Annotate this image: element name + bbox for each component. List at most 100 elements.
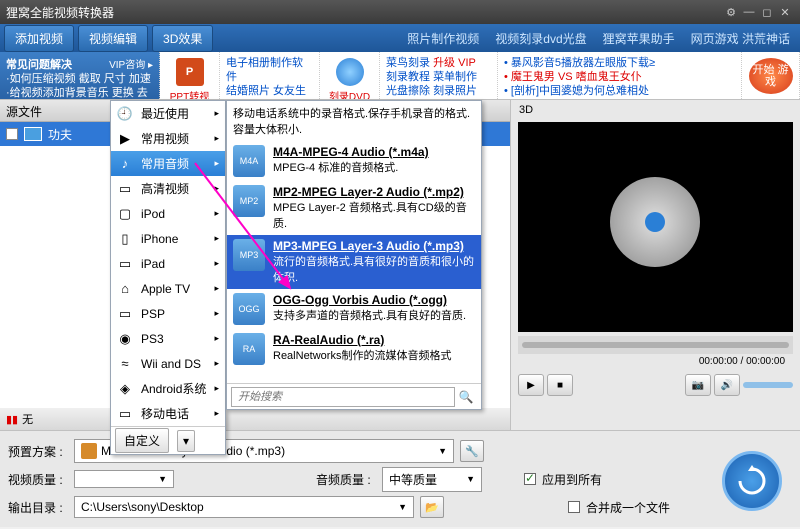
link4-c[interactable]: • [剖析]中国婆媳为何总难相处 [504,84,735,98]
volume-slider[interactable] [743,382,793,388]
none-label: 无 [22,411,33,427]
chevron-right-icon: ▸ [214,308,219,319]
preset-label: 预置方案 : [8,443,68,460]
format-icon: OGG [233,293,265,325]
volume-button[interactable]: 🔊 [714,374,740,396]
right-pane: 3D 00:00:00 / 00:00:00 ▶ ■ 📷 🔊 [510,100,800,430]
dvd-column[interactable]: 刻录DVD [320,52,380,99]
aq-combo[interactable]: 中等质量▼ [382,467,482,492]
merge-label: 合并成一个文件 [586,499,670,516]
link3-b[interactable]: 刻录教程 [386,71,430,83]
link4-a[interactable]: • 暴风影音5播放器左眼版下载≥ [504,56,735,70]
vip-link[interactable]: VIP咨询 ▸ [109,56,153,72]
custom-dropdown[interactable]: ▾ [177,430,195,452]
vq-label: 视频质量 : [8,471,68,488]
play-button[interactable]: ▶ [518,374,544,396]
format-icon: M4A [233,145,265,177]
category-icon: 🕘 [117,106,133,122]
format-item-0[interactable]: M4AM4A-MPEG-4 Audio (*.m4a)MPEG-4 标准的音频格… [227,141,481,181]
link4-b[interactable]: • 魔王鬼男 VS 嗜血鬼王女仆 [504,70,735,84]
snapshot-button[interactable]: 📷 [685,374,711,396]
film-reel-icon [610,177,700,267]
top-link-photo-video[interactable]: 照片制作视频 [407,30,479,47]
category-icon: ▢ [117,206,133,222]
format-item-1[interactable]: MP2MP2-MPEG Layer-2 Audio (*.mp2)MPEG La… [227,181,481,235]
category-item-5[interactable]: ▯iPhone▸ [111,226,225,251]
link2-b[interactable]: 结婚照片 女友生日 [226,84,313,100]
category-item-9[interactable]: ◉PS3▸ [111,326,225,351]
dvd-label: 刻录DVD [329,92,370,100]
format-item-4[interactable]: RARA-RealAudio (*.ra)RealNetworks制作的流媒体音… [227,329,481,369]
format-item-2[interactable]: MP3MP3-MPEG Layer-3 Audio (*.mp3)流行的音频格式… [227,235,481,289]
format-icon: RA [233,333,265,365]
category-item-1[interactable]: ▶常用视频▸ [111,126,225,151]
category-icon: ≈ [117,356,133,372]
category-item-12[interactable]: ▭移动电话▸ [111,401,225,426]
chevron-right-icon: ▸ [214,333,219,344]
settings-icon[interactable]: ⚙ [722,6,740,19]
progress-bar[interactable] [518,336,793,354]
custom-button[interactable]: 自定义 [115,428,169,453]
category-item-0[interactable]: 🕘最近使用▸ [111,101,225,126]
faq-link-1[interactable]: ·如何压缩视频 截取 尺寸 加速 [6,72,153,86]
add-video-button[interactable]: 添加视频 [4,25,74,52]
chevron-right-icon: ▸ [214,358,219,369]
category-icon: ▶ [117,131,133,147]
link3-c[interactable]: 光盘擦除 [386,85,430,97]
top-link-apple[interactable]: 狸窝苹果助手 [603,30,675,47]
faq-link-2[interactable]: ·给视频添加背景音乐 更换 去掉 [6,86,153,100]
vq-combo[interactable]: ▼ [74,470,174,488]
ppt-label: PPT转视频 [170,92,209,100]
category-icon: ▭ [117,256,133,272]
maximize-button[interactable]: ◻ [758,6,776,19]
category-item-6[interactable]: ▭iPad▸ [111,251,225,276]
preset-icon [81,443,97,459]
video-edit-button[interactable]: 视频编辑 [78,25,148,52]
top-link-game[interactable]: 网页游戏 洪荒神话 [691,30,790,47]
chevron-down-icon: ▼ [438,446,447,456]
stop-button[interactable]: ■ [547,374,573,396]
links2-column: 电子相册制作软件 结婚照片 女友生日 家人旅游 宝宝照片 [220,52,320,99]
ppt-column[interactable]: P PPT转视频 [160,52,220,99]
search-icon[interactable]: 🔍 [455,390,477,404]
convert-button[interactable] [722,451,782,511]
link3-a2[interactable]: 升级 VIP [433,57,476,69]
format-item-3[interactable]: OGGOGG-Ogg Vorbis Audio (*.ogg)支持多声道的音频格… [227,289,481,329]
category-icon: ◈ [117,381,133,397]
start-game-column[interactable]: 开始 游戏 [742,52,800,99]
player-controls: ▶ ■ 📷 🔊 [518,372,793,398]
category-item-11[interactable]: ◈Android系统▸ [111,376,225,401]
category-item-7[interactable]: ⌂Apple TV▸ [111,276,225,301]
category-item-4[interactable]: ▢iPod▸ [111,201,225,226]
preset-settings-button[interactable]: 🔧 [460,440,484,462]
category-item-3[interactable]: ▭高清视频▸ [111,176,225,201]
merge-checkbox[interactable] [568,501,580,513]
close-button[interactable]: ✕ [776,6,794,19]
apply-all-label: 应用到所有 [542,471,602,488]
link3-c2[interactable]: 刻录照片 [433,85,477,97]
apply-all-checkbox[interactable] [524,473,536,485]
chevron-right-icon: ▸ [214,183,219,194]
dvd-icon [336,58,364,86]
minimize-button[interactable]: — [740,6,758,18]
link3-b2[interactable]: 菜单制作 [433,71,477,83]
chevron-right-icon: ▸ [214,233,219,244]
category-item-2[interactable]: ♪常用音频▸ [111,151,225,176]
titlebar: 狸窝全能视频转换器 ⚙ — ◻ ✕ [0,0,800,24]
out-value: C:\Users\sony\Desktop [81,500,204,514]
category-item-10[interactable]: ≈Wii and DS▸ [111,351,225,376]
faq-column: 常见问题解决VIP咨询 ▸ ·如何压缩视频 截取 尺寸 加速 ·给视频添加背景音… [0,52,160,99]
link2-a[interactable]: 电子相册制作软件 [226,56,313,84]
format-search-input[interactable] [231,387,455,407]
category-item-8[interactable]: ▭PSP▸ [111,301,225,326]
chevron-right-icon: ▸ [214,208,219,219]
stop-icon[interactable]: ▮▮ [6,413,18,426]
format-item-top[interactable]: 移动电话系统中的录音格式.保存手机录音的格式.容量大体积小. [227,101,481,141]
3d-effect-button[interactable]: 3D效果 [152,25,213,52]
source-checkbox[interactable] [6,128,18,140]
category-icon: ▯ [117,231,133,247]
open-folder-button[interactable]: 📂 [420,496,444,518]
out-combo[interactable]: C:\Users\sony\Desktop▼ [74,496,414,518]
top-link-burn-dvd[interactable]: 视频刻录dvd光盘 [495,30,586,47]
link3-a[interactable]: 菜鸟刻录 [386,57,430,69]
